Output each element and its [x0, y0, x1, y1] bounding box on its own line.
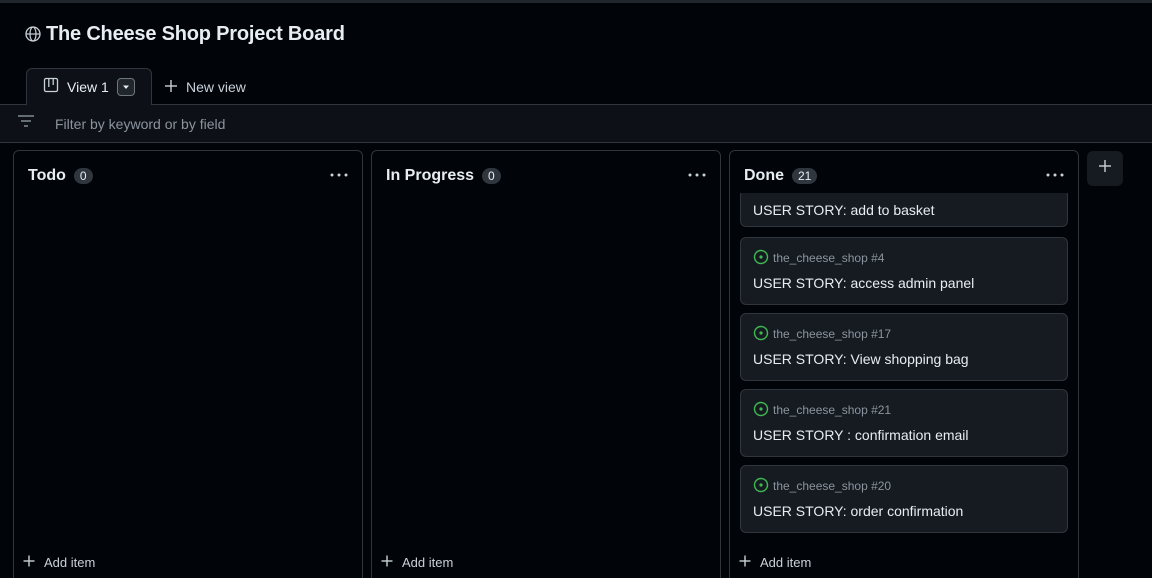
column-title: In Progress [386, 167, 475, 184]
add-item-button[interactable]: Add item [381, 553, 453, 571]
issue-card[interactable]: the_cheese_shop #17 USER STORY: View sho… [740, 313, 1068, 381]
card-meta: the_cheese_shop #21 [753, 401, 892, 420]
column-header: Done 21 [744, 166, 818, 186]
plus-icon [739, 555, 751, 570]
card-repo-ref: the_cheese_shop #21 [773, 403, 892, 417]
board-header: The Cheese Shop Project Board [25, 20, 345, 48]
card-list: USER STORY: add to basket the_cheese_sho… [740, 193, 1068, 533]
add-item-label: Add item [402, 554, 454, 570]
card-repo-ref: the_cheese_shop #20 [773, 479, 892, 493]
filter-bar[interactable]: Filter by keyword or by field [0, 105, 1152, 143]
column-title: Done [744, 167, 784, 184]
issue-closed-icon [753, 325, 769, 344]
issue-closed-icon [753, 249, 769, 268]
column-header: In Progress 0 [386, 166, 501, 186]
caret-down-icon [122, 85, 129, 89]
add-column-button[interactable] [1087, 151, 1123, 186]
card-meta: the_cheese_shop #4 [753, 249, 885, 268]
card-repo-ref: the_cheese_shop #17 [773, 327, 892, 341]
issue-closed-icon [753, 477, 769, 496]
add-item-label: Add item [760, 554, 812, 570]
plus-icon [1098, 159, 1112, 178]
add-item-label: Add item [44, 554, 96, 570]
issue-card[interactable]: USER STORY: add to basket [740, 193, 1068, 227]
filter-icon [0, 114, 34, 133]
board-layout-icon [43, 77, 59, 98]
page-title: The Cheese Shop Project Board [46, 22, 345, 45]
add-item-button[interactable]: Add item [23, 553, 95, 571]
column-menu-button[interactable] [329, 167, 349, 183]
issue-card[interactable]: the_cheese_shop #4 USER STORY: access ad… [740, 237, 1068, 305]
kebab-horizontal-icon [688, 173, 706, 177]
filter-input[interactable]: Filter by keyword or by field [55, 116, 225, 132]
add-item-button[interactable]: Add item [739, 553, 811, 571]
new-view-label: New view [186, 79, 246, 95]
column-count-badge: 0 [482, 168, 501, 184]
column-todo: Todo 0 Add item [13, 150, 363, 578]
column-menu-button[interactable] [687, 167, 707, 183]
new-view-button[interactable]: New view [164, 77, 246, 97]
column-count-badge: 0 [73, 168, 93, 184]
top-border [0, 0, 1152, 3]
plus-icon [23, 555, 35, 570]
column-count-badge: 21 [792, 168, 818, 184]
card-title[interactable]: USER STORY: order confirmation [753, 503, 963, 519]
kebab-horizontal-icon [330, 173, 348, 177]
view-tabs: View 1 New view [0, 68, 1152, 105]
column-menu-button[interactable] [1045, 167, 1065, 183]
card-meta: the_cheese_shop #20 [753, 477, 892, 496]
column-done: Done 21 USER STORY: add to basket the_ch… [729, 150, 1079, 578]
kebab-horizontal-icon [1046, 173, 1064, 177]
issue-card[interactable]: the_cheese_shop #21 USER STORY : confirm… [740, 389, 1068, 457]
plus-icon [164, 79, 178, 96]
card-meta: the_cheese_shop #17 [753, 325, 892, 344]
column-in-progress: In Progress 0 Add item [371, 150, 721, 578]
card-title[interactable]: USER STORY: add to basket [753, 202, 935, 218]
tab-view-1[interactable]: View 1 [26, 68, 152, 105]
column-title: Todo [28, 167, 66, 184]
column-header: Todo 0 [28, 166, 93, 186]
tab-label: View 1 [67, 79, 109, 95]
issue-closed-icon [753, 401, 769, 420]
globe-icon [25, 26, 41, 42]
card-repo-ref: the_cheese_shop #4 [773, 251, 885, 265]
card-title[interactable]: USER STORY: View shopping bag [753, 351, 969, 367]
view-options-button[interactable] [116, 78, 135, 96]
card-title[interactable]: USER STORY : confirmation email [753, 427, 969, 443]
plus-icon [381, 555, 393, 570]
issue-card[interactable]: the_cheese_shop #20 USER STORY: order co… [740, 465, 1068, 533]
card-title[interactable]: USER STORY: access admin panel [753, 275, 974, 291]
